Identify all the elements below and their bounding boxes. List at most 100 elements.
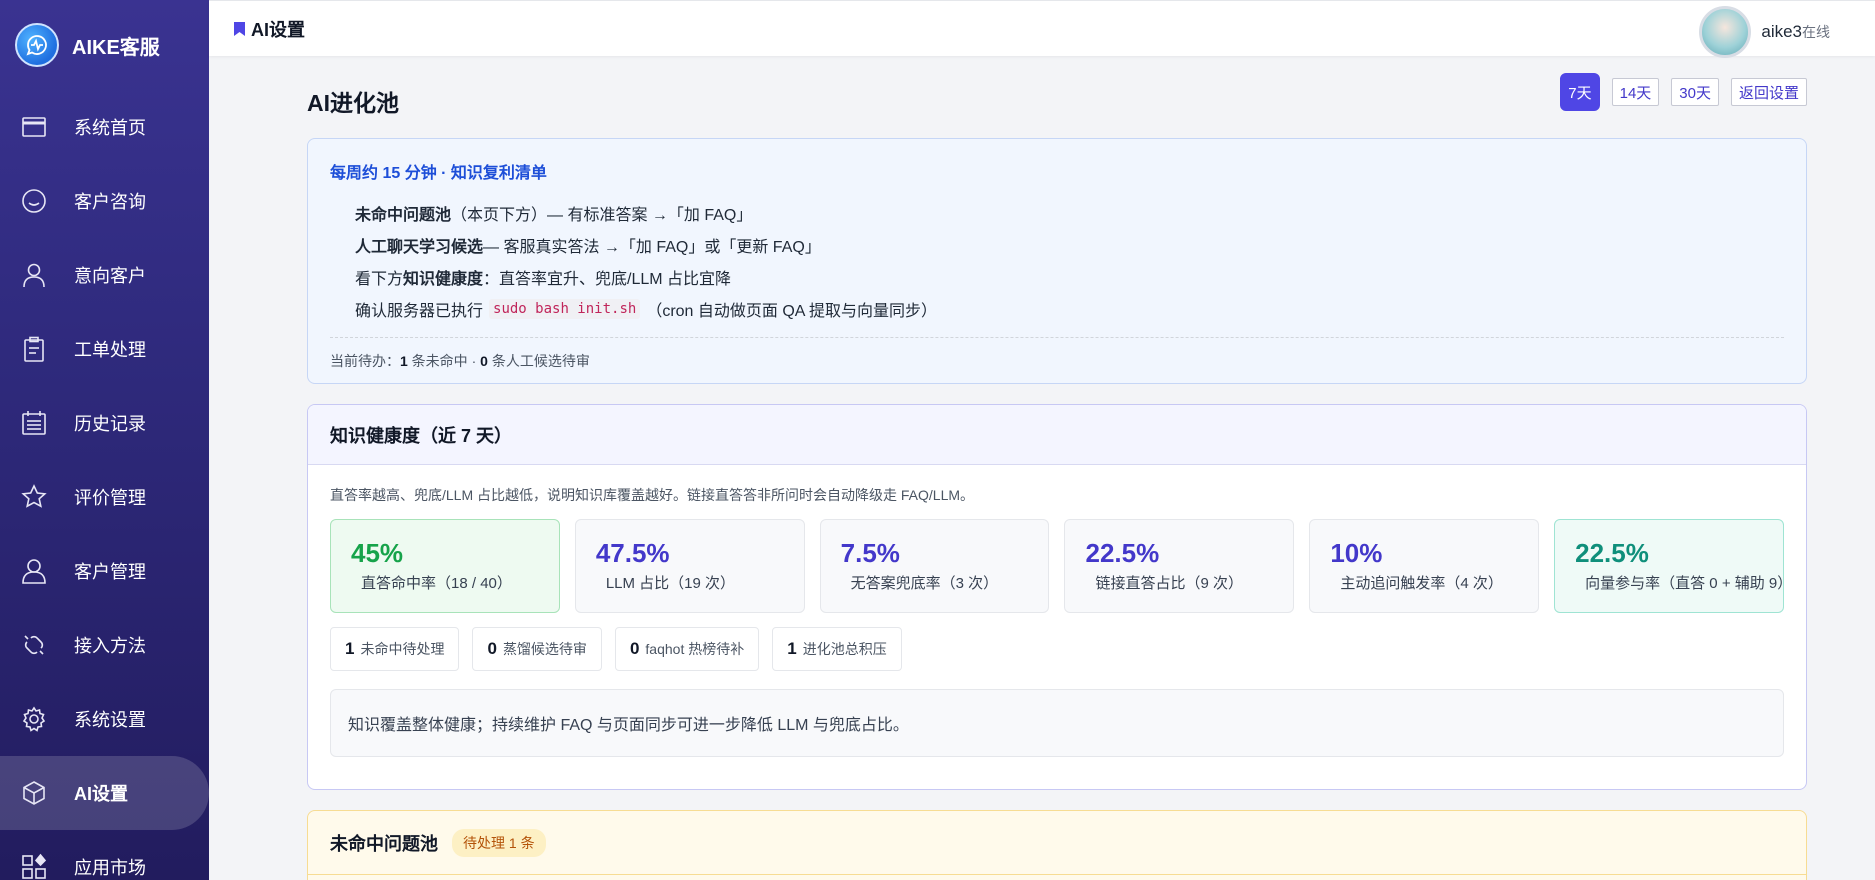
pill-faqhot[interactable]: 0 faqhot 热榜待补 (614, 627, 760, 671)
checklist-item-text: ：直答率宜升、兜底/LLM 占比宜降 (483, 271, 732, 288)
sidebar-item-label: 历史记录 (74, 414, 146, 434)
browser-window-icon (19, 112, 49, 142)
metric-value: 47.5% (595, 538, 670, 568)
backlog-pills: 1 未命中待处理 0 蒸馏候选待审 0 faqhot 热榜待补 1 进化池总积压 (330, 627, 1784, 671)
sidebar-item-label: 工单处理 (74, 340, 146, 360)
sidebar-item-label: AI设置 (74, 784, 128, 804)
sidebar-nav: 系统首页 客户咨询 意向客户 工单处理 历史记录 评价管理 客户管理 接入方法 … (0, 90, 209, 880)
avatar[interactable] (1699, 6, 1752, 58)
range-14d-button[interactable]: 14天 (1611, 78, 1660, 106)
sidebar-item-label: 客户咨询 (74, 192, 146, 212)
unmatched-count: 1 (400, 353, 408, 369)
sidebar-item-ai-settings[interactable]: AI设置 (0, 756, 209, 830)
pill-distill-review[interactable]: 0 蒸馏候选待审 (472, 627, 602, 671)
checklist-item-bold: 知识健康度 (403, 271, 484, 288)
metric-label: 主动追问触发率（4 次） (1340, 575, 1503, 592)
range-30d-button[interactable]: 30天 (1671, 78, 1719, 106)
sidebar-item-consult[interactable]: 客户咨询 (0, 164, 209, 238)
page-header: AI进化池 7天 14天 30天 返回设置 (307, 56, 1807, 138)
pool-title: 未命中问题池 (330, 833, 438, 854)
gear-icon (19, 704, 49, 734)
health-title: 知识健康度（近 7 天） (308, 405, 1806, 465)
pill-label: 未命中待处理 (360, 641, 445, 657)
sidebar-item-leads[interactable]: 意向客户 (0, 238, 209, 312)
pill-count: 0 (487, 639, 497, 658)
checklist: 未命中问题池 （本页下方）— 有标准答案 →「加 FAQ」 人工聊天学习候选 —… (330, 197, 1784, 325)
top-header: AI设置 aike3 在线 (209, 0, 1875, 58)
checklist-item: 看下方 知识健康度 ：直答率宜升、兜底/LLM 占比宜降 (355, 261, 1784, 293)
metric-label: 链接直答占比（9 次） (1095, 575, 1243, 592)
pending-prefix: 当前待办： (330, 353, 400, 369)
page-title: AI进化池 (307, 90, 399, 116)
pill-unmatched-pending[interactable]: 1 未命中待处理 (330, 627, 460, 671)
range-7d-button[interactable]: 7天 (1560, 73, 1600, 111)
sidebar-item-label: 应用市场 (74, 858, 146, 878)
clipboard-icon (19, 334, 49, 364)
init-command: sudo bash init.sh (489, 299, 641, 319)
metric-follow-up-rate: 10% 主动追问触发率（4 次） (1309, 519, 1540, 613)
checklist-item: 未命中问题池 （本页下方）— 有标准答案 →「加 FAQ」 (355, 197, 1784, 229)
link-puzzle-icon (19, 630, 49, 660)
health-note: 知识覆盖整体健康；持续维护 FAQ 与页面同步可进一步降低 LLM 与兜底占比。 (330, 689, 1784, 757)
sidebar-item-app-market[interactable]: 应用市场 (0, 830, 209, 880)
user-menu[interactable]: aike3 在线 (1699, 6, 1830, 58)
pill-count: 0 (629, 639, 640, 658)
sidebar-item-label: 系统首页 (74, 118, 146, 138)
cube-icon (19, 778, 49, 808)
checklist-title: 每周约 15 分钟 · 知识复利清单 (330, 165, 547, 182)
checklist-item-prefix: 确认服务器已执行 (355, 303, 484, 320)
sidebar-item-settings[interactable]: 系统设置 (0, 682, 209, 756)
checklist-item-text: （cron 自动做页面 QA 提取与向量同步） (646, 303, 938, 320)
metric-vector-participation: 22.5% 向量参与率（直答 0 + 辅助 9） (1554, 519, 1784, 613)
brand[interactable]: AIKE客服 (0, 0, 209, 90)
calendar-list-icon (19, 408, 49, 438)
checklist-item-bold: 人工聊天学习候选 (355, 239, 484, 256)
back-to-settings-button[interactable]: 返回设置 (1730, 78, 1807, 106)
metric-grid: 45% 直答命中率（18 / 40） 47.5% LLM 占比（19 次） 7.… (330, 519, 1784, 613)
bookmark-icon (234, 21, 245, 36)
metric-value: 22.5% (1575, 538, 1649, 568)
review-text: 条人工候选待审 (487, 353, 590, 369)
metric-value: 10% (1330, 538, 1383, 568)
knowledge-health-card: 知识健康度（近 7 天） 直答率越高、兜底/LLM 占比越低，说明知识库覆盖越好… (307, 404, 1807, 790)
sidebar-item-history[interactable]: 历史记录 (0, 386, 209, 460)
metric-direct-hit-rate: 45% 直答命中率（18 / 40） (330, 519, 560, 613)
pill-count: 1 (345, 639, 355, 658)
metric-value: 45% (351, 538, 404, 568)
metric-link-direct-share: 22.5% 链接直答占比（9 次） (1064, 519, 1295, 613)
apps-grid-icon (19, 852, 49, 880)
metric-llm-share: 47.5% LLM 占比（19 次） (574, 519, 805, 613)
checklist-item-text: （本页下方）— 有标准答案 →「加 FAQ」 (451, 207, 753, 224)
metric-fallback-rate: 7.5% 无答案兜底率（3 次） (819, 519, 1050, 613)
person-outline-icon (19, 556, 49, 586)
sidebar-item-customers[interactable]: 客户管理 (0, 534, 209, 608)
sidebar-item-label: 评价管理 (74, 488, 146, 508)
sidebar-item-home[interactable]: 系统首页 (0, 90, 209, 164)
pill-count: 1 (787, 639, 797, 658)
metric-label: LLM 占比（19 次） (605, 575, 736, 592)
checklist-item: 人工聊天学习候选 — 客服真实答法 →「加 FAQ」或「更新 FAQ」 (355, 229, 1784, 261)
status-badge: 待处理 1 条 (452, 828, 546, 857)
checklist-item: 确认服务器已执行 sudo bash init.sh （cron 自动做页面 Q… (355, 293, 1784, 325)
checklist-item-prefix: 看下方 (355, 271, 404, 288)
metric-label: 无答案兜底率（3 次） (850, 575, 999, 592)
metric-value: 22.5% (1085, 538, 1160, 568)
health-body: 直答率越高、兜底/LLM 占比越低，说明知识库覆盖越好。链接直答答非所问时会自动… (308, 465, 1806, 757)
pool-header: 未命中问题池 待处理 1 条 (308, 811, 1806, 875)
user-name: aike3 (1761, 22, 1802, 41)
sidebar-item-tickets[interactable]: 工单处理 (0, 312, 209, 386)
brand-name: AIKE客服 (72, 36, 160, 59)
weekly-checklist-card: 每周约 15 分钟 · 知识复利清单 未命中问题池 （本页下方）— 有标准答案 … (307, 138, 1807, 384)
pill-label: 蒸馏候选待审 (502, 641, 587, 657)
pill-total-backlog[interactable]: 1 进化池总积压 (772, 627, 902, 671)
range-selector: 7天 14天 30天 返回设置 (1560, 73, 1807, 111)
sidebar-item-label: 系统设置 (74, 710, 146, 730)
chat-pulse-icon (15, 23, 59, 67)
sidebar-item-reviews[interactable]: 评价管理 (0, 460, 209, 534)
sidebar-item-integration[interactable]: 接入方法 (0, 608, 209, 682)
smile-chat-icon (19, 186, 49, 216)
user-status: 在线 (1802, 24, 1830, 40)
pending-summary: 当前待办：1 条未命中 · 0 条人工候选待审 (330, 337, 1784, 371)
checklist-item-bold: 未命中问题池 (355, 207, 452, 224)
sidebar-item-label: 客户管理 (74, 562, 146, 582)
